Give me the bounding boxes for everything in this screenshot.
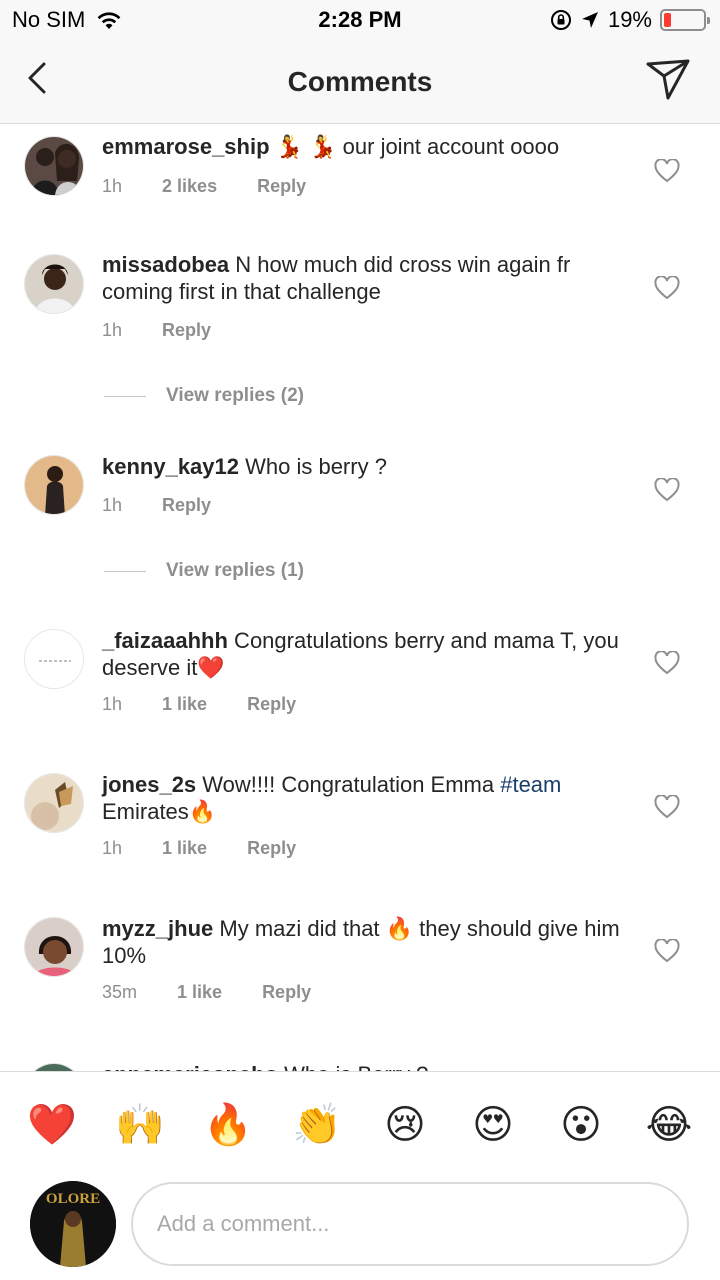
comment-likes[interactable]: 1 like <box>162 838 207 859</box>
reply-button[interactable]: Reply <box>257 176 306 197</box>
avatar[interactable] <box>24 629 84 689</box>
comment-text: emmarose_ship 💃 💃 our joint account oooo <box>102 133 622 160</box>
comment-meta: 1h Reply <box>102 495 211 516</box>
emoji-button[interactable]: ❤️ <box>27 1100 77 1150</box>
heart-icon[interactable] <box>654 795 680 819</box>
comment-meta: 1h Reply <box>102 320 211 341</box>
comment-username[interactable]: missadobea <box>102 252 229 277</box>
battery-icon <box>660 9 710 31</box>
divider <box>104 570 146 572</box>
avatar[interactable] <box>24 455 84 515</box>
avatar[interactable] <box>24 254 84 314</box>
avatar[interactable] <box>24 1063 84 1071</box>
comment-username[interactable]: myzz_jhue <box>102 916 213 941</box>
view-replies-label: View replies (1) <box>166 560 304 581</box>
comment-item: myzz_jhue My mazi did that 🔥 they should… <box>0 909 720 1049</box>
heart-icon[interactable] <box>654 276 680 300</box>
comment-time: 1h <box>102 320 123 340</box>
comment-likes[interactable]: 1 like <box>162 694 207 715</box>
comment-item: _faizaaahhh Congratulations berry and ma… <box>0 621 720 761</box>
status-right: 19% <box>550 7 710 33</box>
comment-item: annemarieonabo Who is Berry ? <box>0 1055 720 1071</box>
emoji-quick-bar: ❤️ 🙌 🔥 👏 😢 😍 😮 😂 <box>0 1071 720 1177</box>
comment-item: jones_2s Wow!!!! Congratulation Emma #te… <box>0 765 720 905</box>
comment-item: kenny_kay12 Who is berry ? 1h Reply View… <box>0 447 720 597</box>
comment-item: missadobea N how much did cross win agai… <box>0 245 720 415</box>
nav-bar: Comments <box>0 40 720 124</box>
comment-time: 35m <box>102 982 138 1002</box>
avatar[interactable]: OLORE <box>30 1181 116 1267</box>
comment-text: annemarieonabo Who is Berry ? <box>102 1061 622 1071</box>
comment-meta: 35m 1 like Reply <box>102 982 311 1003</box>
comment-username[interactable]: _faizaaahhh <box>102 628 228 653</box>
reply-button[interactable]: Reply <box>162 495 211 516</box>
comment-username[interactable]: annemarieonabo <box>102 1062 278 1071</box>
emoji-button[interactable]: 😂 <box>644 1100 694 1150</box>
hashtag-link[interactable]: #team <box>500 772 561 797</box>
emoji-button[interactable]: 😮 <box>556 1100 606 1150</box>
avatar-logo-text: OLORE <box>46 1191 100 1207</box>
comment-input[interactable] <box>131 1182 689 1266</box>
comment-message: Who is berry ? <box>239 454 387 479</box>
heart-icon[interactable] <box>654 159 680 183</box>
emoji-button[interactable]: 😢 <box>380 1100 430 1150</box>
comment-username[interactable]: kenny_kay12 <box>102 454 239 479</box>
emoji-button[interactable]: 🙌 <box>115 1100 165 1150</box>
comment-text: jones_2s Wow!!!! Congratulation Emma #te… <box>102 771 622 825</box>
comment-meta: 1h 2 likes Reply <box>102 176 306 197</box>
comment-text: kenny_kay12 Who is berry ? <box>102 453 622 480</box>
location-arrow-icon <box>581 12 598 28</box>
emoji-button[interactable]: 👏 <box>292 1100 342 1150</box>
view-replies-label: View replies (2) <box>166 385 304 406</box>
comment-item: emmarose_ship 💃 💃 our joint account oooo… <box>0 125 720 245</box>
status-bar: No SIM 2:28 PM 19% <box>0 0 720 40</box>
divider <box>104 395 146 397</box>
avatar[interactable] <box>24 917 84 977</box>
emoji-button[interactable]: 🔥 <box>203 1100 253 1150</box>
comment-message: Wow!!!! Congratulation Emma <box>196 772 501 797</box>
page-title: Comments <box>287 66 433 97</box>
comment-meta: 1h 1 like Reply <box>102 694 296 715</box>
reply-button[interactable]: Reply <box>262 982 311 1003</box>
reply-button[interactable]: Reply <box>247 694 296 715</box>
comment-username[interactable]: emmarose_ship <box>102 134 270 159</box>
comment-message-end: Emirates🔥 <box>102 799 217 824</box>
battery-percent: 19% <box>607 7 652 32</box>
comment-message: 💃 💃 our joint account oooo <box>269 134 560 159</box>
comment-list[interactable]: emmarose_ship 💃 💃 our joint account oooo… <box>0 125 720 1071</box>
view-replies-button[interactable]: View replies (2) <box>104 385 304 407</box>
orientation-lock-icon <box>550 10 571 30</box>
comment-text: _faizaaahhh Congratulations berry and ma… <box>102 627 622 681</box>
comment-time: 1h <box>102 176 123 196</box>
battery-level <box>664 13 671 27</box>
avatar[interactable] <box>24 136 84 196</box>
comment-message: Who is Berry ? <box>278 1062 428 1071</box>
comment-text: myzz_jhue My mazi did that 🔥 they should… <box>102 915 622 969</box>
comment-composer: OLORE <box>0 1177 720 1280</box>
emoji-button[interactable]: 😍 <box>468 1100 518 1150</box>
heart-icon[interactable] <box>654 478 680 502</box>
comment-username[interactable]: jones_2s <box>102 772 196 797</box>
comment-meta: 1h 1 like Reply <box>102 838 296 859</box>
comment-text: missadobea N how much did cross win agai… <box>102 251 622 305</box>
comment-likes[interactable]: 2 likes <box>162 176 217 197</box>
paper-plane-icon[interactable] <box>644 56 692 102</box>
comment-time: 1h <box>102 495 123 515</box>
reply-button[interactable]: Reply <box>247 838 296 859</box>
comment-time: 1h <box>102 838 123 858</box>
view-replies-button[interactable]: View replies (1) <box>104 560 304 582</box>
avatar[interactable] <box>24 773 84 833</box>
reply-button[interactable]: Reply <box>162 320 211 341</box>
comment-likes[interactable]: 1 like <box>177 982 222 1003</box>
heart-icon[interactable] <box>654 939 680 963</box>
heart-icon[interactable] <box>654 651 680 675</box>
comment-time: 1h <box>102 694 123 714</box>
